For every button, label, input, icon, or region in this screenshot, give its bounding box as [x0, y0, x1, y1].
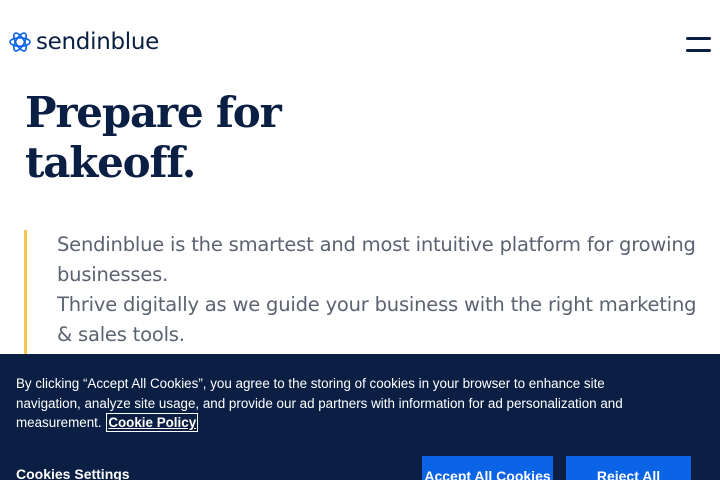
- menu-line: [686, 37, 711, 40]
- cookies-settings-button[interactable]: Cookies Settings: [16, 466, 130, 480]
- sendinblue-logo-icon: [9, 32, 31, 52]
- accept-all-cookies-button[interactable]: Accept All Cookies: [422, 456, 553, 480]
- reject-all-button[interactable]: Reject All: [566, 456, 691, 480]
- hero-title-line-1: Prepare for: [25, 88, 282, 137]
- site-header: sendinblue: [0, 0, 720, 86]
- cookie-consent-banner: By clicking “Accept All Cookies”, you ag…: [0, 354, 720, 480]
- sendinblue-logo[interactable]: sendinblue: [8, 28, 159, 56]
- cookie-policy-link[interactable]: Cookie Policy: [106, 413, 199, 433]
- hamburger-menu-icon[interactable]: [684, 36, 712, 56]
- cookie-consent-message: By clicking “Accept All Cookies”, you ag…: [16, 376, 623, 431]
- hero-title: Prepare for takeoff.: [25, 88, 385, 188]
- hero-title-line-2: takeoff.: [25, 138, 196, 187]
- logo-wordmark: sendinblue: [36, 29, 159, 55]
- menu-line: [686, 49, 711, 52]
- intro-line-1: Sendinblue is the smartest and most intu…: [57, 233, 696, 286]
- cookie-consent-text: By clicking “Accept All Cookies”, you ag…: [16, 374, 636, 433]
- intro-line-2: Thrive digitally as we guide your busine…: [57, 293, 697, 346]
- intro-quote: Sendinblue is the smartest and most intu…: [24, 230, 704, 354]
